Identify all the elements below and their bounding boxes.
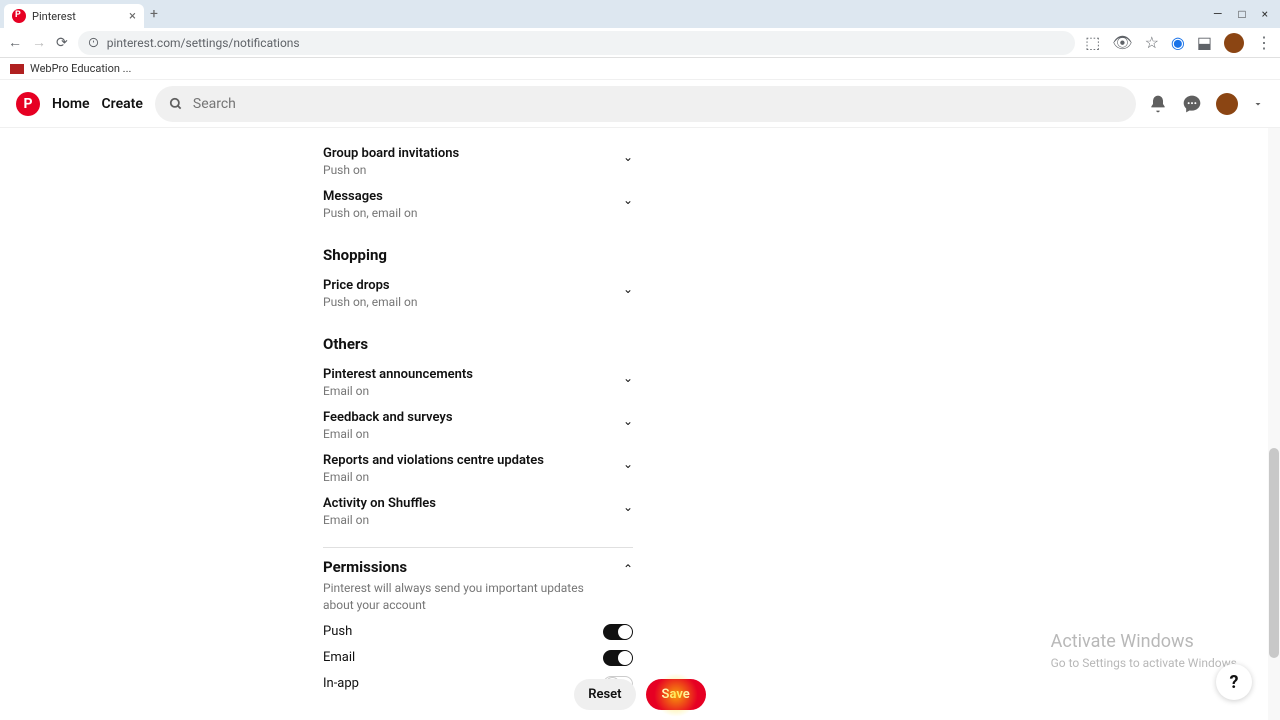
chat-icon[interactable]: [1182, 94, 1202, 114]
star-icon[interactable]: ☆: [1145, 33, 1159, 52]
section-shopping: Shopping: [323, 246, 633, 264]
nav-create[interactable]: Create: [102, 96, 143, 112]
menu-icon[interactable]: ⋮: [1256, 33, 1272, 52]
help-button[interactable]: ?: [1216, 664, 1252, 700]
chevron-down-icon: ⌄: [623, 371, 633, 385]
item-title: Group board invitations: [323, 146, 459, 161]
window-controls: — □ ×: [1213, 7, 1276, 21]
scrollbar-thumb[interactable]: [1269, 448, 1279, 658]
forward-icon: →: [32, 34, 46, 51]
chevron-up-icon: ⌃: [623, 562, 633, 576]
watermark-title: Activate Windows: [1051, 631, 1240, 652]
setting-item-announcements[interactable]: Pinterest announcements Email on ⌄: [323, 361, 633, 404]
item-title: Activity on Shuffles: [323, 496, 436, 511]
windows-watermark: Activate Windows Go to Settings to activ…: [1051, 631, 1240, 670]
browser-toolbar: ← → ⟳ pinterest.com/settings/notificatio…: [0, 28, 1280, 58]
setting-item-shuffles[interactable]: Activity on Shuffles Email on ⌄: [323, 490, 633, 533]
toggle-push[interactable]: [603, 624, 633, 640]
maximize-icon[interactable]: □: [1238, 7, 1245, 21]
toggle-label: Email: [323, 650, 355, 665]
site-info-icon: [88, 37, 99, 48]
pinterest-header: P Home Create: [0, 80, 1280, 128]
url-text: pinterest.com/settings/notifications: [107, 36, 300, 50]
save-button[interactable]: Save: [646, 679, 706, 710]
search-icon: [169, 97, 183, 111]
search-input[interactable]: [193, 96, 1122, 112]
section-others: Others: [323, 335, 633, 353]
item-sub: Email on: [323, 427, 453, 441]
address-bar[interactable]: pinterest.com/settings/notifications: [78, 31, 1075, 55]
item-title: Price drops: [323, 278, 417, 293]
chevron-down-icon: ⌄: [623, 193, 633, 207]
item-title: Messages: [323, 189, 417, 204]
item-sub: Email on: [323, 513, 436, 527]
chevron-down-icon[interactable]: [1252, 98, 1264, 110]
setting-item-messages[interactable]: Messages Push on, email on ⌄: [323, 183, 633, 226]
pinterest-favicon: [12, 9, 26, 23]
watermark-sub: Go to Settings to activate Windows.: [1051, 656, 1240, 670]
toggle-row-email: Email: [323, 650, 633, 666]
bookmark-label[interactable]: WebPro Education ...: [30, 62, 131, 75]
item-title: Reports and violations centre updates: [323, 453, 544, 468]
back-icon[interactable]: ←: [8, 34, 22, 51]
item-title: Feedback and surveys: [323, 410, 453, 425]
bookmark-bar: WebPro Education ...: [0, 58, 1280, 80]
bookmark-favicon: [10, 64, 24, 74]
eye-off-icon[interactable]: 👁: [1112, 33, 1132, 52]
setting-item-group-board[interactable]: Group board invitations Push on ⌄: [323, 140, 633, 183]
permissions-header-row[interactable]: Permissions ⌃: [323, 558, 633, 576]
setting-item-feedback[interactable]: Feedback and surveys Email on ⌄: [323, 404, 633, 447]
tab-title: Pinterest: [32, 10, 76, 23]
nav-home[interactable]: Home: [52, 96, 90, 112]
action-bar: Reset Save: [0, 679, 1280, 710]
search-bar[interactable]: [155, 86, 1136, 122]
help-icon: ?: [1230, 672, 1239, 693]
item-sub: Push on: [323, 163, 459, 177]
extension-icon[interactable]: ◉: [1171, 33, 1185, 52]
browser-tab[interactable]: Pinterest ×: [4, 4, 144, 28]
close-window-icon[interactable]: ×: [1262, 7, 1268, 21]
item-title: Pinterest announcements: [323, 367, 473, 382]
divider: [323, 547, 633, 548]
permissions-title: Permissions: [323, 558, 407, 576]
chevron-down-icon: ⌄: [623, 457, 633, 471]
chevron-down-icon: ⌄: [623, 500, 633, 514]
save-label: Save: [662, 687, 690, 702]
reset-button[interactable]: Reset: [574, 679, 635, 710]
permissions-desc: Pinterest will always send you important…: [323, 580, 593, 614]
item-sub: Push on, email on: [323, 295, 417, 309]
chevron-down-icon: ⌄: [623, 282, 633, 296]
browser-tab-strip: Pinterest × + — □ ×: [0, 0, 1280, 28]
bell-icon[interactable]: [1148, 94, 1168, 114]
item-sub: Email on: [323, 470, 544, 484]
toggle-row-push: Push: [323, 624, 633, 640]
setting-item-price-drops[interactable]: Price drops Push on, email on ⌄: [323, 272, 633, 315]
chevron-down-icon: ⌄: [623, 414, 633, 428]
toggle-email[interactable]: [603, 650, 633, 666]
new-tab-button[interactable]: +: [150, 6, 158, 22]
user-avatar[interactable]: [1216, 93, 1238, 115]
reload-icon[interactable]: ⟳: [56, 35, 68, 51]
pinterest-logo[interactable]: P: [16, 92, 40, 116]
profile-avatar[interactable]: [1224, 33, 1244, 53]
toggle-label: Push: [323, 624, 352, 639]
item-sub: Email on: [323, 384, 473, 398]
minimize-icon[interactable]: —: [1213, 7, 1222, 21]
scrollbar-track[interactable]: [1268, 128, 1280, 720]
download-icon[interactable]: ⬓: [1197, 33, 1212, 52]
item-sub: Push on, email on: [323, 206, 417, 220]
install-icon[interactable]: ⬚: [1085, 33, 1100, 52]
setting-item-reports[interactable]: Reports and violations centre updates Em…: [323, 447, 633, 490]
close-tab-icon[interactable]: ×: [129, 9, 136, 24]
chevron-down-icon: ⌄: [623, 150, 633, 164]
